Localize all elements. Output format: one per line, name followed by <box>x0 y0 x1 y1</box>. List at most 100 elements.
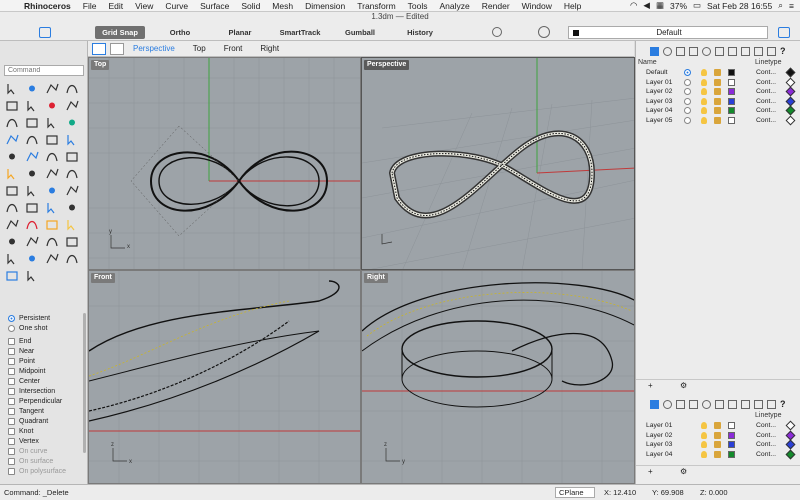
menu-transform[interactable]: Transform <box>351 1 401 11</box>
osnap-vertex[interactable]: Vertex <box>8 436 86 446</box>
print-color-icon[interactable] <box>785 439 796 450</box>
layer-row[interactable]: Layer 03 Cont... <box>636 96 800 106</box>
layer-row[interactable]: Layer 01 Cont... <box>636 77 800 87</box>
linetype-value[interactable]: Cont... <box>756 97 776 106</box>
layers-icon[interactable] <box>650 46 659 56</box>
dimension-icon[interactable] <box>64 115 80 130</box>
bulb-icon[interactable] <box>701 97 707 105</box>
document-icon[interactable] <box>676 399 685 409</box>
print-color-icon[interactable] <box>785 449 796 459</box>
osnap-midpoint[interactable]: Midpoint <box>8 366 86 376</box>
osnap-end[interactable]: End <box>8 336 86 346</box>
linetype-value[interactable]: Cont... <box>756 68 776 77</box>
linetype-value[interactable]: Cont... <box>756 440 776 449</box>
layers-icon[interactable] <box>650 399 659 409</box>
layer-name[interactable]: Default <box>646 68 668 77</box>
layer-row[interactable]: Layer 02 Cont... <box>636 86 800 97</box>
menu-dimension[interactable]: Dimension <box>299 1 351 11</box>
wifi-icon[interactable]: ◠ <box>630 0 637 11</box>
lock-icon[interactable] <box>714 431 721 439</box>
light-icon[interactable] <box>64 217 80 232</box>
menu-analyze[interactable]: Analyze <box>434 1 476 11</box>
linetype-value[interactable]: Cont... <box>756 87 776 96</box>
rectangle-icon[interactable] <box>64 98 80 113</box>
grid-icon[interactable] <box>715 46 724 56</box>
osnap-on-curve[interactable]: On curve <box>8 446 86 456</box>
group-icon[interactable] <box>44 234 60 249</box>
menu-solid[interactable]: Solid <box>235 1 266 11</box>
gumball-button[interactable]: Gumball <box>335 26 385 39</box>
add-layer-button[interactable]: + <box>648 381 653 390</box>
current-layer-radio[interactable] <box>684 69 691 76</box>
current-layer-radio[interactable] <box>684 78 691 86</box>
layer-row[interactable]: Layer 03 Cont... <box>636 439 800 450</box>
print-color-icon[interactable] <box>785 105 796 116</box>
curve-icon[interactable] <box>64 81 80 96</box>
viewport-top[interactable]: y x Top <box>88 57 361 270</box>
layer-color-swatch[interactable] <box>728 69 735 76</box>
bulb-icon[interactable] <box>701 441 707 448</box>
print-color-icon[interactable] <box>785 420 796 431</box>
bulb-icon[interactable] <box>701 78 707 86</box>
print-color-icon[interactable] <box>785 77 796 87</box>
layer-row[interactable]: Layer 02 Cont... <box>636 430 800 440</box>
properties-icon[interactable] <box>663 399 672 409</box>
layer-row[interactable]: Default Cont... <box>636 67 800 78</box>
layer-color-swatch[interactable] <box>728 422 735 429</box>
screen-icon[interactable] <box>767 46 776 56</box>
layer-row[interactable]: Layer 04 Cont... <box>636 105 800 116</box>
cplane-selector[interactable]: CPlane <box>555 487 595 498</box>
scale-icon[interactable] <box>4 200 20 215</box>
viewport-label-top[interactable]: Top <box>91 60 110 70</box>
lock-icon[interactable] <box>714 107 721 114</box>
analyze-icon[interactable] <box>4 234 20 249</box>
loft-icon[interactable] <box>44 132 60 147</box>
fillet-icon[interactable] <box>24 166 40 181</box>
mirror-icon[interactable] <box>24 200 40 215</box>
osnap-tangent[interactable]: Tangent <box>8 406 86 416</box>
bulb-icon[interactable] <box>701 116 707 124</box>
lock-icon[interactable] <box>714 69 721 76</box>
current-layer-radio[interactable] <box>684 107 691 114</box>
polyline-icon[interactable] <box>44 81 60 96</box>
layer-color-swatch[interactable] <box>728 88 735 95</box>
linetype-value[interactable]: Cont... <box>756 78 776 87</box>
grid-icon[interactable] <box>715 399 724 409</box>
box-icon[interactable] <box>4 149 20 164</box>
current-layer-selector[interactable]: Default <box>568 26 768 39</box>
viewport-label-perspective[interactable]: Perspective <box>364 60 410 70</box>
layer-color-swatch[interactable] <box>728 107 735 114</box>
grid-icon[interactable] <box>44 251 60 266</box>
layer-row[interactable]: Layer 05 Cont... <box>636 115 800 125</box>
circle-icon[interactable] <box>4 98 20 113</box>
lock-icon[interactable] <box>714 88 721 95</box>
text-icon[interactable] <box>44 115 60 130</box>
osnap-perpendicular[interactable]: Perpendicular <box>8 396 86 406</box>
clock[interactable]: Sat Feb 28 16:55 <box>707 1 772 11</box>
display-icon[interactable] <box>741 46 750 56</box>
menu-view[interactable]: View <box>129 1 159 11</box>
render-icon[interactable] <box>24 217 40 232</box>
print-color-icon[interactable] <box>785 115 796 125</box>
linetype-value[interactable]: Cont... <box>756 431 776 440</box>
lock-icon[interactable] <box>714 422 721 429</box>
surface-icon[interactable] <box>4 132 20 147</box>
osnap-quadrant[interactable]: Quadrant <box>8 416 86 426</box>
print-color-icon[interactable] <box>785 67 796 78</box>
layer-color-swatch[interactable] <box>728 441 735 448</box>
light-icon[interactable] <box>702 46 711 56</box>
layer-color-swatch[interactable] <box>728 97 735 105</box>
ellipse-icon[interactable] <box>44 98 60 113</box>
bulb-icon[interactable] <box>701 431 707 439</box>
command-input[interactable] <box>4 65 84 76</box>
viewport-label-front[interactable]: Front <box>91 273 115 283</box>
search-icon[interactable]: ⌕ <box>778 0 783 11</box>
tab-front[interactable]: Front <box>215 44 252 53</box>
single-view-icon[interactable] <box>110 42 124 55</box>
planar-button[interactable]: Planar <box>215 26 265 39</box>
viewport-perspective[interactable]: Perspective <box>361 57 635 270</box>
viewport-front[interactable]: z x Front <box>88 270 361 484</box>
osnap-point[interactable]: Point <box>8 356 86 366</box>
record-icon[interactable] <box>538 26 550 38</box>
layer-name[interactable]: Layer 01 <box>646 421 672 430</box>
